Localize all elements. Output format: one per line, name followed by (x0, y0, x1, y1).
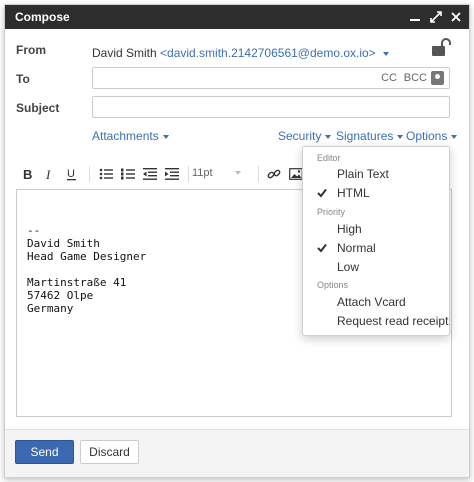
menu-item-html[interactable]: HTML (303, 184, 449, 203)
close-icon[interactable] (448, 9, 464, 25)
to-label: To (16, 72, 30, 86)
menu-item-label: Request read receipt (337, 314, 449, 328)
font-size-select[interactable]: 11pt (192, 167, 241, 179)
link-icon[interactable] (262, 159, 286, 189)
attachments-dropdown[interactable]: Attachments (92, 129, 169, 143)
menu-item-low[interactable]: Low (303, 258, 449, 277)
toolbar-divider (89, 166, 90, 182)
to-field[interactable]: CC BCC (92, 67, 450, 89)
subject-field[interactable] (92, 96, 450, 118)
from-label: From (16, 43, 46, 57)
discard-button[interactable]: Discard (80, 440, 139, 464)
menu-item-label: High (337, 222, 362, 236)
menu-item-label: Plain Text (337, 167, 389, 181)
title-bar: Compose (5, 5, 469, 29)
menu-item-label: Normal (337, 241, 376, 255)
menu-item-high[interactable]: High (303, 220, 449, 239)
svg-text:I: I (45, 168, 51, 180)
subject-label: Subject (16, 101, 60, 115)
signatures-dropdown[interactable]: Signatures (336, 129, 404, 143)
signatures-label: Signatures (336, 129, 394, 143)
signature-line: 57462 Olpe (27, 289, 94, 302)
send-button[interactable]: Send (15, 440, 74, 464)
from-name: David Smith (92, 46, 157, 60)
security-dropdown[interactable]: Security (278, 129, 332, 143)
unlock-icon[interactable] (431, 38, 451, 59)
bullet-list-icon[interactable] (94, 159, 118, 189)
signature-line: Martinstraße 41 (27, 276, 127, 289)
checkmark-icon (317, 187, 327, 201)
menu-item-label: HTML (337, 186, 370, 200)
svg-text:U: U (67, 168, 75, 180)
address-book-icon[interactable] (431, 71, 444, 85)
signature-line: Head Game Designer (27, 250, 147, 263)
signature-line: David Smith (27, 237, 100, 250)
compose-footer: Send Discard (5, 429, 469, 477)
menu-item-normal[interactable]: Normal (303, 239, 449, 258)
menu-item-plain-text[interactable]: Plain Text (303, 165, 449, 184)
chevron-down-icon (451, 134, 458, 139)
options-menu: Editor Plain Text HTML Priority High Nor… (302, 146, 450, 336)
svg-text:B: B (23, 168, 32, 180)
signature-line: -- (27, 224, 41, 237)
bcc-button[interactable]: BCC (404, 72, 427, 84)
window-title: Compose (15, 10, 70, 24)
chevron-down-icon (162, 134, 169, 139)
signature-line: Germany (27, 302, 74, 315)
from-selector[interactable]: David Smith <david.smith.2142706561@demo… (92, 46, 390, 60)
chevron-down-icon (397, 134, 404, 139)
options-label: Options (406, 129, 448, 143)
indent-icon[interactable] (160, 159, 184, 189)
editor-header: Editor (317, 153, 341, 163)
font-size-value: 11pt (192, 167, 213, 179)
options-dropdown[interactable]: Options (406, 129, 458, 143)
security-label: Security (278, 129, 322, 143)
outdent-icon[interactable] (138, 159, 162, 189)
menu-item-request-read-receipt[interactable]: Request read receipt (303, 312, 449, 331)
underline-icon[interactable]: U (60, 159, 84, 189)
chevron-down-icon (234, 171, 241, 176)
options-header: Options (317, 280, 349, 290)
checkmark-icon (317, 242, 327, 256)
bold-icon[interactable]: B (16, 159, 40, 189)
attachments-label: Attachments (92, 129, 159, 143)
italic-icon[interactable]: I (38, 159, 62, 189)
minimize-icon[interactable] (407, 9, 423, 25)
menu-item-attach-vcard[interactable]: Attach Vcard (303, 293, 449, 312)
fullscreen-icon[interactable] (428, 9, 444, 25)
cc-button[interactable]: CC (381, 72, 397, 84)
menu-item-label: Attach Vcard (337, 295, 406, 309)
chevron-down-icon (325, 134, 332, 139)
menu-item-label: Low (337, 260, 360, 274)
priority-header: Priority (317, 207, 346, 217)
numbered-list-icon[interactable] (116, 159, 140, 189)
chevron-down-icon (383, 51, 390, 56)
toolbar-divider (188, 166, 189, 182)
toolbar-divider (258, 166, 259, 182)
from-email: <david.smith.2142706561@demo.ox.io> (160, 46, 376, 60)
